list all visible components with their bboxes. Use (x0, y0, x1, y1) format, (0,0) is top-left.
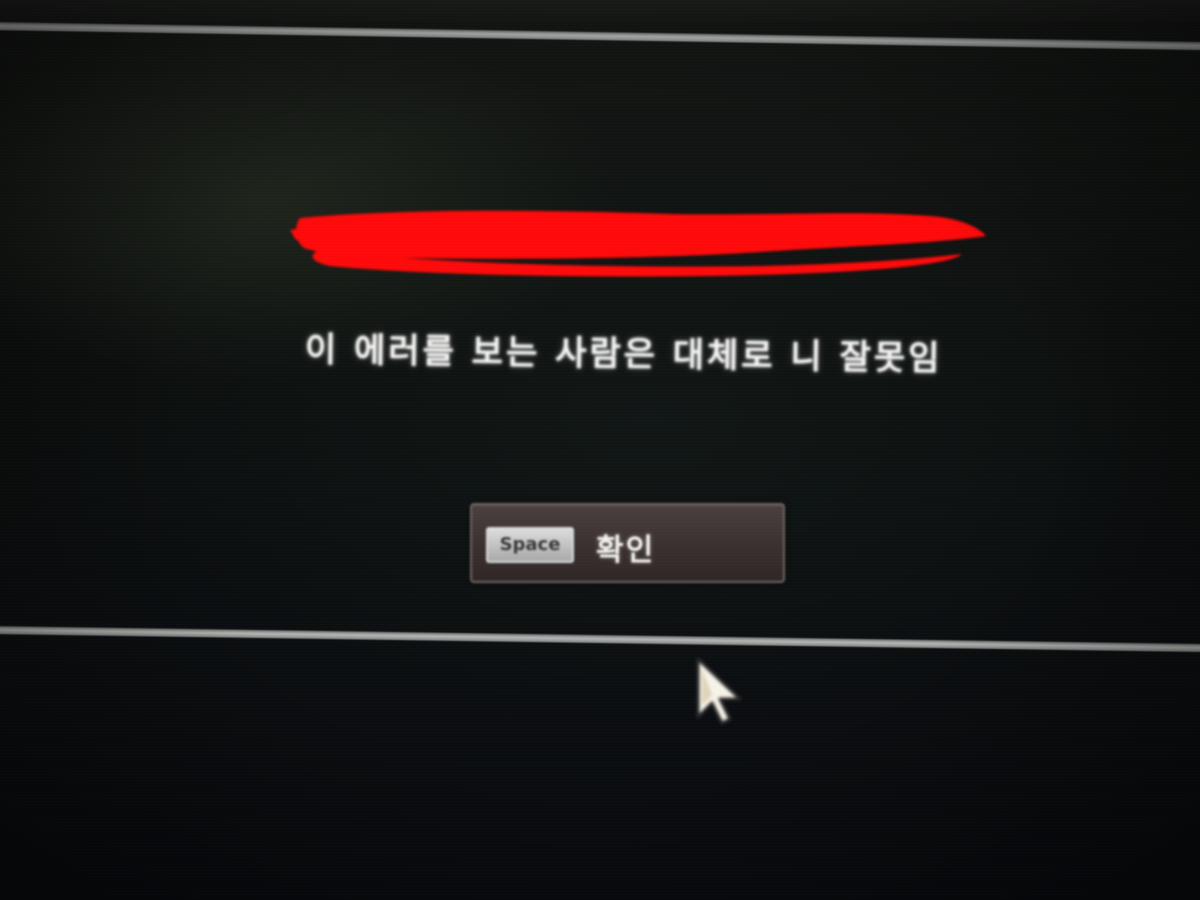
confirm-button-label: 확인 (596, 533, 656, 568)
top-strip (0, 0, 1200, 22)
game-screen: 이 에러를 보는 사람은 대체로 니 잘못임 Space 확인 (0, 0, 1200, 900)
dialog-bottom-divider (0, 626, 1200, 653)
mouse-pointer-icon (696, 657, 742, 725)
error-message: 이 에러를 보는 사람은 대체로 니 잘못임 (304, 330, 943, 379)
redacted-title-scribble (290, 210, 986, 277)
space-key-hint: Space (486, 527, 574, 563)
confirm-button[interactable]: Space 확인 (470, 503, 785, 583)
